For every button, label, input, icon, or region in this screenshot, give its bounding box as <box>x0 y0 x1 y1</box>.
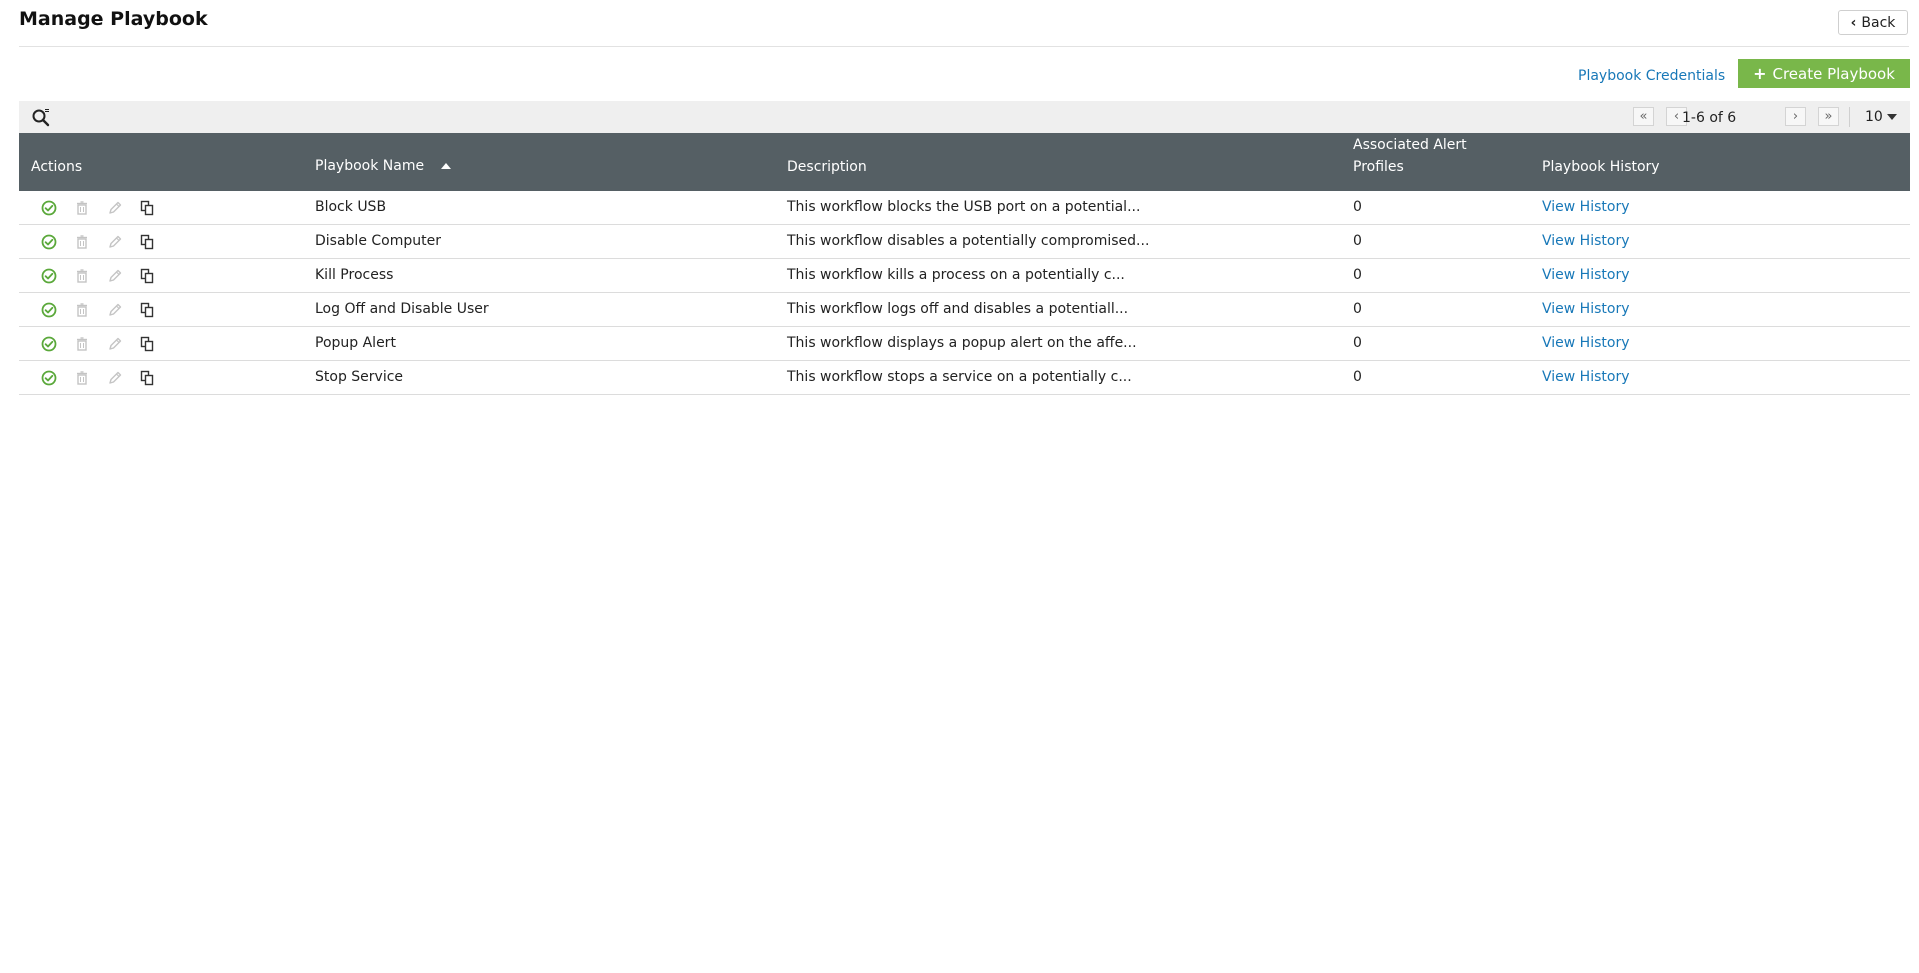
delete-icon[interactable] <box>73 335 91 353</box>
copy-icon[interactable] <box>138 301 156 319</box>
page-range-text: 1-6 of 6 <box>1682 110 1737 126</box>
table-row[interactable]: Block USB This workflow blocks the USB po… <box>19 191 1910 225</box>
playbook-name-cell: Block USB <box>315 199 387 215</box>
enabled-check-icon[interactable] <box>40 301 58 319</box>
caret-down-icon <box>1886 114 1897 120</box>
search-filter-icon[interactable] <box>31 107 51 127</box>
playbook-name-cell: Disable Computer <box>315 233 441 249</box>
column-header-alert-profiles: Associated Alert Profiles <box>1353 134 1467 178</box>
delete-icon[interactable] <box>73 301 91 319</box>
table-row[interactable]: Popup Alert This workflow displays a popu… <box>19 327 1910 361</box>
column-header-playbook-name-label: Playbook Name <box>315 158 425 174</box>
edit-icon[interactable] <box>106 335 124 353</box>
back-button-label: Back <box>1861 14 1896 31</box>
alert-profiles-cell: 0 <box>1353 199 1362 215</box>
table-row[interactable]: Kill Process This workflow kills a proces… <box>19 259 1910 293</box>
table-row[interactable]: Stop Service This workflow stops a servic… <box>19 361 1910 395</box>
enabled-check-icon[interactable] <box>40 199 58 217</box>
column-header-actions: Actions <box>31 159 83 175</box>
column-header-playbook-history: Playbook History <box>1542 159 1660 175</box>
last-page-button[interactable]: » <box>1818 107 1839 126</box>
column-header-alert-profiles-line1: Associated Alert <box>1353 137 1467 153</box>
copy-icon[interactable] <box>138 199 156 217</box>
description-cell: This workflow stops a service on a poten… <box>787 369 1132 385</box>
enabled-check-icon[interactable] <box>40 233 58 251</box>
view-history-link[interactable]: View History <box>1542 301 1629 317</box>
description-cell: This workflow kills a process on a poten… <box>787 267 1125 283</box>
playbook-name-cell: Stop Service <box>315 369 404 385</box>
description-cell: This workflow blocks the USB port on a p… <box>787 199 1141 215</box>
table-row[interactable]: Log Off and Disable User This workflow lo… <box>19 293 1910 327</box>
table-row[interactable]: Disable Computer This workflow disables a… <box>19 225 1910 259</box>
alert-profiles-cell: 0 <box>1353 301 1362 317</box>
delete-icon[interactable] <box>73 233 91 251</box>
column-header-description: Description <box>787 159 867 175</box>
back-button[interactable]: ‹ Back <box>1838 10 1908 35</box>
edit-icon[interactable] <box>106 233 124 251</box>
delete-icon[interactable] <box>73 267 91 285</box>
create-playbook-label: Create Playbook <box>1772 64 1895 83</box>
view-history-link[interactable]: View History <box>1542 199 1629 215</box>
next-page-button[interactable]: › <box>1785 107 1806 126</box>
description-cell: This workflow disables a potentially com… <box>787 233 1150 249</box>
edit-icon[interactable] <box>106 369 124 387</box>
view-history-link[interactable]: View History <box>1542 233 1629 249</box>
column-header-playbook-name[interactable]: Playbook Name <box>315 155 451 177</box>
alert-profiles-cell: 0 <box>1353 233 1362 249</box>
alert-profiles-cell: 0 <box>1353 369 1362 385</box>
enabled-check-icon[interactable] <box>40 267 58 285</box>
view-history-link[interactable]: View History <box>1542 335 1629 351</box>
copy-icon[interactable] <box>138 369 156 387</box>
sort-ascending-icon <box>440 163 451 169</box>
page-title: Manage Playbook <box>19 8 208 30</box>
view-history-link[interactable]: View History <box>1542 267 1629 283</box>
chevron-left-icon: ‹ <box>1850 14 1857 31</box>
plus-icon: + <box>1753 64 1767 83</box>
copy-icon[interactable] <box>138 335 156 353</box>
enabled-check-icon[interactable] <box>40 335 58 353</box>
table-toolbar: « ‹ 1-6 of 6 › » 10 <box>19 101 1910 133</box>
pager-divider <box>1849 107 1850 127</box>
edit-icon[interactable] <box>106 199 124 217</box>
delete-icon[interactable] <box>73 199 91 217</box>
enabled-check-icon[interactable] <box>40 369 58 387</box>
playbook-name-cell: Popup Alert <box>315 335 396 351</box>
edit-icon[interactable] <box>106 301 124 319</box>
playbook-table-body: Block USB This workflow blocks the USB po… <box>19 191 1910 395</box>
page-size-value: 10 <box>1865 109 1883 125</box>
playbook-credentials-link[interactable]: Playbook Credentials <box>1578 68 1725 84</box>
table-header: Actions Playbook Name Description Associ… <box>19 133 1910 191</box>
description-cell: This workflow displays a popup alert on … <box>787 335 1137 351</box>
description-cell: This workflow logs off and disables a po… <box>787 301 1129 317</box>
playbook-name-cell: Log Off and Disable User <box>315 301 489 317</box>
view-history-link[interactable]: View History <box>1542 369 1629 385</box>
page-size-select[interactable]: 10 <box>1865 109 1897 125</box>
delete-icon[interactable] <box>73 369 91 387</box>
copy-icon[interactable] <box>138 267 156 285</box>
first-page-button[interactable]: « <box>1633 107 1654 126</box>
create-playbook-button[interactable]: + Create Playbook <box>1738 59 1910 88</box>
title-divider <box>19 46 1909 47</box>
playbook-name-cell: Kill Process <box>315 267 394 283</box>
column-header-alert-profiles-line2: Profiles <box>1353 159 1404 175</box>
edit-icon[interactable] <box>106 267 124 285</box>
alert-profiles-cell: 0 <box>1353 335 1362 351</box>
alert-profiles-cell: 0 <box>1353 267 1362 283</box>
copy-icon[interactable] <box>138 233 156 251</box>
